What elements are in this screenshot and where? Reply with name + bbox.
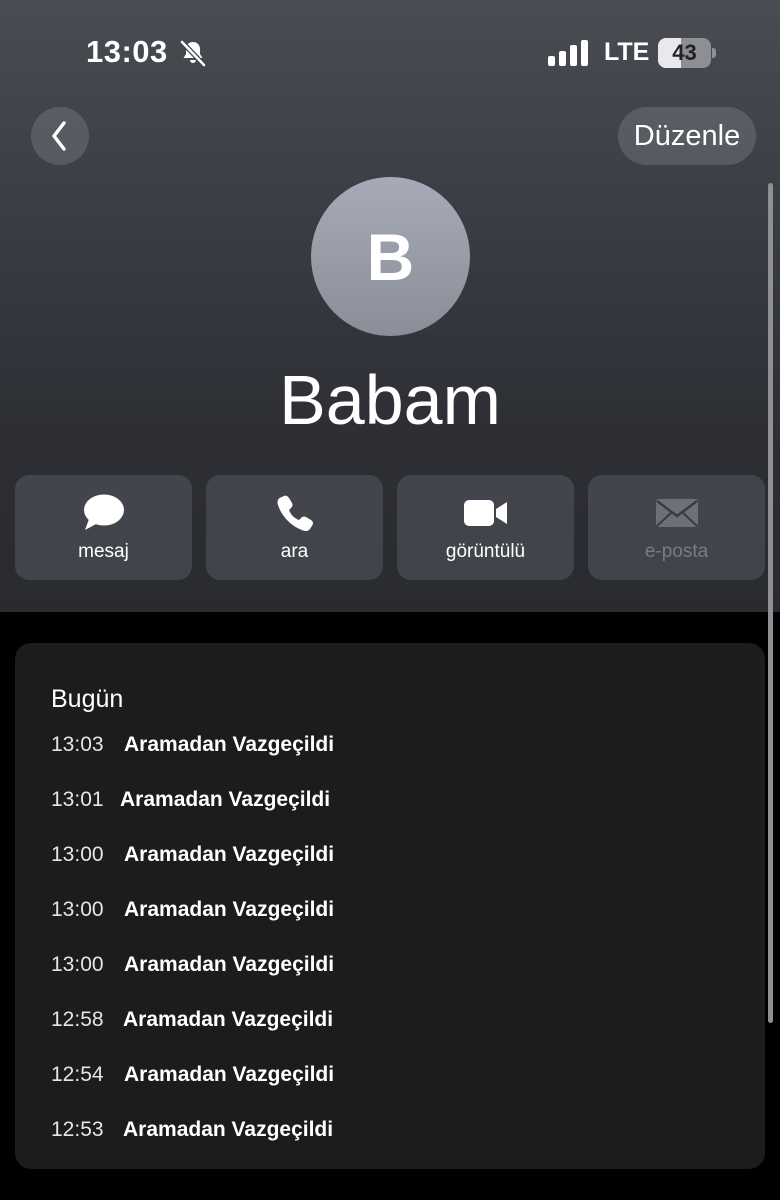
battery-tip bbox=[712, 48, 716, 58]
scrollbar[interactable] bbox=[768, 183, 773, 1023]
contact-screen: 13:03 LTE 43 Düzenle B Babam mesaj ara g… bbox=[0, 0, 780, 1200]
video-label: görüntülü bbox=[445, 541, 526, 562]
call-status: Aramadan Vazgeçildi bbox=[124, 953, 335, 976]
back-button[interactable] bbox=[31, 107, 89, 165]
battery-icon: 43 bbox=[658, 38, 716, 68]
call-time: 13:03 bbox=[51, 733, 104, 756]
chevron-left-icon bbox=[52, 121, 66, 151]
battery-level: 43 bbox=[672, 40, 697, 65]
call-status: Aramadan Vazgeçildi bbox=[124, 898, 335, 921]
phone-icon bbox=[277, 495, 313, 531]
battery-body: 43 bbox=[658, 38, 711, 68]
call-time: 13:00 bbox=[51, 843, 104, 866]
email-button[interactable]: e-posta bbox=[588, 475, 765, 580]
envelope-icon bbox=[655, 499, 698, 527]
video-button[interactable]: görüntülü bbox=[397, 475, 574, 580]
call-button[interactable]: ara bbox=[206, 475, 383, 580]
contact-name: Babam bbox=[279, 361, 501, 439]
call-label: ara bbox=[280, 541, 309, 562]
call-status: Aramadan Vazgeçildi bbox=[123, 1118, 334, 1141]
call-time: 12:53 bbox=[51, 1118, 104, 1141]
email-label: e-posta bbox=[644, 541, 709, 562]
call-time: 13:00 bbox=[51, 898, 104, 921]
call-time: 12:58 bbox=[51, 1008, 104, 1031]
status-time: 13:03 bbox=[86, 34, 168, 69]
call-status: Aramadan Vazgeçildi bbox=[124, 1063, 335, 1086]
call-time: 13:00 bbox=[51, 953, 104, 976]
call-status: Aramadan Vazgeçildi bbox=[123, 1008, 334, 1031]
call-history-card: Bugün 13:03 Aramadan Vazgeçildi 13:01 Ar… bbox=[15, 643, 765, 1169]
history-title: Bugün bbox=[51, 685, 124, 713]
message-bubble-icon bbox=[83, 494, 124, 530]
call-time: 12:54 bbox=[51, 1063, 104, 1086]
contact-header: 13:03 LTE 43 Düzenle B Babam mesaj ara g… bbox=[0, 0, 780, 612]
signal-bars-icon bbox=[548, 40, 588, 66]
bell-slash-icon bbox=[180, 40, 206, 67]
network-label: LTE bbox=[604, 38, 650, 66]
call-status: Aramadan Vazgeçildi bbox=[124, 843, 335, 866]
edit-button[interactable]: Düzenle bbox=[618, 107, 756, 165]
message-button[interactable]: mesaj bbox=[15, 475, 192, 580]
video-camera-icon bbox=[463, 500, 507, 526]
message-label: mesaj bbox=[78, 541, 129, 562]
call-status: Aramadan Vazgeçildi bbox=[120, 788, 331, 811]
call-status: Aramadan Vazgeçildi bbox=[124, 733, 335, 756]
call-time: 13:01 bbox=[51, 788, 104, 811]
avatar: B bbox=[311, 177, 470, 336]
